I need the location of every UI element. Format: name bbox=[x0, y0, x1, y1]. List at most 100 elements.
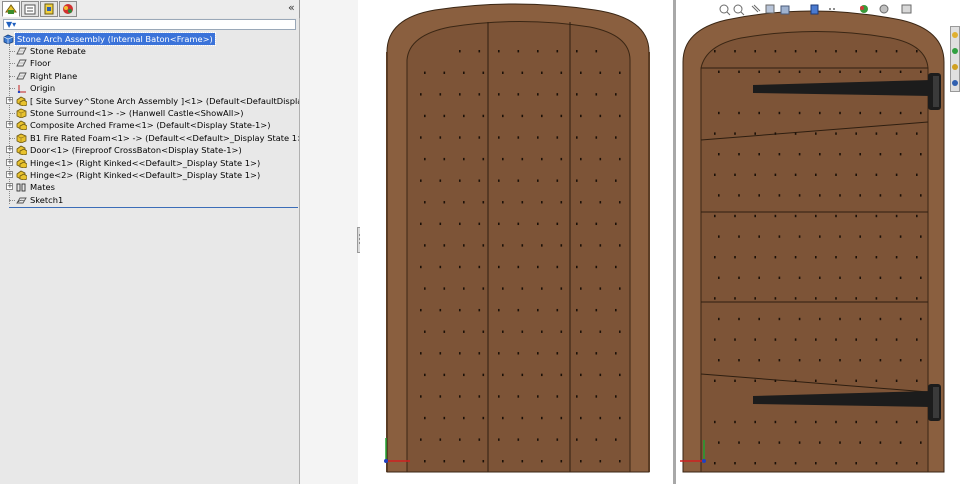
tab-feature-manager[interactable] bbox=[2, 1, 20, 17]
nail-mark bbox=[734, 338, 736, 341]
graphics-viewport-left[interactable] bbox=[360, 0, 673, 484]
nail-mark bbox=[599, 287, 602, 290]
collapse-panel-icon[interactable]: « bbox=[288, 2, 295, 14]
graphics-viewport-right[interactable] bbox=[676, 0, 960, 484]
nail-mark bbox=[615, 308, 617, 312]
tree-item[interactable]: + Door<1> (Fireproof CrossBaton<Display S… bbox=[0, 144, 299, 156]
nail-mark bbox=[859, 276, 861, 279]
expand-toggle-icon[interactable]: + bbox=[6, 96, 13, 104]
tree-item[interactable]: Origin bbox=[0, 82, 299, 94]
nail-mark bbox=[916, 297, 918, 300]
expand-toggle-icon[interactable]: + bbox=[6, 146, 13, 154]
nail-mark bbox=[835, 297, 837, 300]
expand-toggle-icon[interactable]: + bbox=[6, 171, 13, 178]
nail-mark bbox=[619, 201, 621, 204]
nail-mark bbox=[758, 194, 760, 197]
nail-mark bbox=[859, 194, 861, 197]
tab-property-manager[interactable] bbox=[21, 1, 39, 17]
nail-mark bbox=[839, 441, 841, 444]
nail-mark bbox=[560, 157, 563, 161]
nail-mark bbox=[439, 265, 442, 269]
nail-mark bbox=[615, 352, 617, 355]
display-manager-icon bbox=[63, 4, 73, 14]
nail-mark bbox=[459, 265, 461, 269]
panel-splitter-area bbox=[300, 0, 358, 484]
nail-mark bbox=[794, 420, 797, 424]
nail-mark bbox=[576, 136, 578, 139]
plane-icon bbox=[16, 72, 27, 80]
tree-item[interactable]: Stone Rebate bbox=[0, 45, 299, 57]
apply-scene-icon bbox=[879, 4, 889, 14]
nail-mark bbox=[718, 441, 720, 444]
nail-mark bbox=[758, 276, 760, 279]
nail-mark bbox=[839, 153, 841, 156]
nail-mark bbox=[482, 373, 485, 377]
tree-item[interactable]: + Mates bbox=[0, 181, 299, 193]
task-pane-tabs[interactable] bbox=[950, 26, 960, 92]
nail-mark bbox=[459, 136, 461, 139]
rollback-bar[interactable] bbox=[9, 207, 298, 208]
tree-item[interactable]: + Composite Arched Frame<1> (Default<Disp… bbox=[0, 119, 299, 131]
expand-toggle-icon[interactable]: + bbox=[6, 183, 13, 191]
nail-mark bbox=[541, 201, 543, 204]
tree-item[interactable]: Floor bbox=[0, 57, 299, 69]
nail-mark bbox=[920, 276, 922, 279]
nail-mark bbox=[879, 70, 882, 73]
nail-mark bbox=[855, 379, 857, 382]
nail-mark bbox=[920, 111, 922, 115]
subassembly-icon bbox=[16, 158, 27, 168]
tree-item[interactable]: B1 Fire Rated Foam<1> -> (Default<<Defau… bbox=[0, 132, 307, 144]
nail-mark bbox=[734, 256, 736, 259]
nail-mark bbox=[459, 308, 461, 312]
nail-mark bbox=[502, 157, 504, 161]
nail-mark bbox=[839, 70, 841, 73]
nail-mark bbox=[556, 395, 559, 398]
nail-mark bbox=[758, 153, 760, 156]
tree-item[interactable]: + [ Site Survey^Stone Arch Assembly ]<1> … bbox=[0, 95, 339, 107]
nail-mark bbox=[521, 416, 524, 420]
nail-mark bbox=[580, 114, 582, 118]
nail-mark bbox=[556, 265, 559, 269]
nail-mark bbox=[815, 338, 817, 341]
nail-mark bbox=[502, 287, 504, 290]
feature-filter-input[interactable]: ▼▾ bbox=[3, 19, 296, 30]
nail-mark bbox=[875, 256, 878, 259]
nail-mark bbox=[835, 420, 837, 424]
tab-configuration-manager[interactable] bbox=[40, 1, 58, 17]
heads-up-view-toolbar bbox=[718, 2, 924, 16]
tree-item[interactable]: + Hinge<1> (Right Kinked<<Default>_Displa… bbox=[0, 157, 299, 169]
tree-root-assembly[interactable]: Stone Arch Assembly (Internal Baton<Fram… bbox=[0, 32, 299, 46]
nail-mark bbox=[439, 308, 442, 312]
expand-toggle-icon[interactable]: + bbox=[6, 158, 13, 166]
nail-mark bbox=[439, 93, 442, 96]
nail-mark bbox=[424, 287, 426, 290]
nail-mark bbox=[595, 179, 598, 182]
nail-mark bbox=[758, 235, 760, 238]
nail-mark bbox=[478, 179, 481, 182]
nail-mark bbox=[714, 379, 716, 382]
nail-mark bbox=[521, 201, 524, 204]
tab-display-manager[interactable] bbox=[59, 1, 77, 17]
nail-mark bbox=[556, 438, 559, 441]
nail-mark bbox=[879, 111, 882, 115]
nail-mark bbox=[576, 395, 578, 398]
nail-mark bbox=[595, 50, 598, 53]
nail-mark bbox=[463, 157, 465, 161]
nail-mark bbox=[819, 359, 821, 362]
nail-mark bbox=[879, 359, 882, 362]
expand-toggle-icon[interactable]: + bbox=[6, 121, 13, 129]
nail-mark bbox=[560, 71, 563, 74]
tree-item[interactable]: Sketch1 bbox=[0, 194, 299, 206]
subassembly-icon bbox=[16, 96, 27, 106]
nail-mark bbox=[478, 136, 481, 139]
nail-mark bbox=[794, 297, 797, 300]
tree-item[interactable]: + Hinge<2> (Right Kinked<<Default>_Displa… bbox=[0, 169, 299, 181]
nail-mark bbox=[734, 297, 736, 300]
tree-item[interactable]: Stone Surround<1> -> (Hanwell Castle<Sho… bbox=[0, 107, 299, 119]
nail-mark bbox=[498, 395, 500, 398]
nail-mark bbox=[895, 256, 898, 259]
tree-item[interactable]: Right Plane bbox=[0, 70, 299, 82]
nail-mark bbox=[463, 244, 465, 247]
tree-item-label: Stone Rebate bbox=[30, 46, 86, 56]
nail-mark bbox=[839, 317, 841, 321]
